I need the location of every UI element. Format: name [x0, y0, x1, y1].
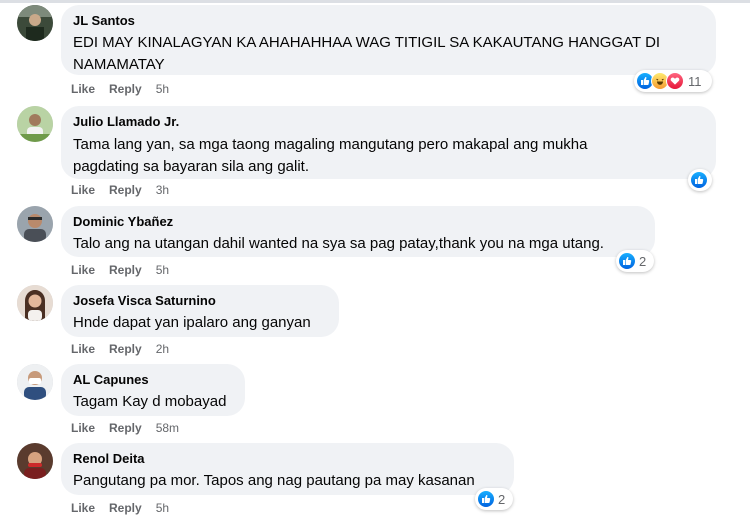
like-link[interactable]: Like	[71, 183, 95, 197]
reaction-summary[interactable]: 11	[634, 70, 712, 92]
comment-text-line: EDI MAY KINALAGYAN KA AHAHAHHAA WAG TITI…	[73, 34, 661, 51]
comment-actions: Like Reply 5h	[71, 262, 183, 278]
comment-author[interactable]: AL Capunes	[73, 371, 233, 388]
reaction-count: 11	[688, 73, 702, 89]
avatar[interactable]	[17, 285, 53, 321]
thumbs-up-icon	[618, 252, 636, 270]
comment-author[interactable]: Julio Llamado Jr.	[73, 113, 704, 130]
avatar[interactable]	[17, 106, 53, 142]
comment-bubble: Renol Deita Pangutang pa mor. Tapos ang …	[61, 443, 514, 495]
comment-text-line: Tagam Kay d mobayad	[73, 393, 227, 410]
comment-bubble: JL Santos EDI MAY KINALAGYAN KA AHAHAHHA…	[61, 5, 716, 75]
reply-link[interactable]: Reply	[109, 421, 142, 435]
comment-author[interactable]: Renol Deita	[73, 450, 502, 467]
like-link[interactable]: Like	[71, 342, 95, 356]
comment-timestamp[interactable]: 5h	[156, 501, 169, 515]
comment-actions: Like Reply 2h	[71, 341, 183, 357]
comment-text-line: Talo ang na utangan dahil wanted na sya …	[73, 235, 604, 252]
comment-bubble: Josefa Visca Saturnino Hnde dapat yan ip…	[61, 285, 339, 337]
comment-timestamp[interactable]: 3h	[156, 183, 169, 197]
comment-text-line: Hnde dapat yan ipalaro ang ganyan	[73, 314, 311, 331]
reaction-count: 2	[639, 253, 647, 269]
comment-author[interactable]: Josefa Visca Saturnino	[73, 292, 327, 309]
like-link[interactable]: Like	[71, 263, 95, 277]
comment-text-line: pagdating sa bayaran sila ang galit.	[73, 158, 310, 175]
reaction-count: 2	[498, 491, 506, 507]
comment-author[interactable]: Dominic Ybañez	[73, 213, 643, 230]
comment-timestamp[interactable]: 58m	[156, 421, 179, 435]
reply-link[interactable]: Reply	[109, 183, 142, 197]
like-link[interactable]: Like	[71, 82, 95, 96]
reply-link[interactable]: Reply	[109, 501, 142, 515]
avatar[interactable]	[17, 364, 53, 400]
top-divider	[0, 0, 750, 3]
comment-timestamp[interactable]: 2h	[156, 342, 169, 356]
comment-text-line: NAMAMATAY	[73, 56, 165, 73]
avatar[interactable]	[17, 443, 53, 479]
like-link[interactable]: Like	[71, 421, 95, 435]
comment-timestamp[interactable]: 5h	[156, 82, 169, 96]
reply-link[interactable]: Reply	[109, 82, 142, 96]
reaction-summary[interactable]	[688, 169, 712, 191]
comment-text-line: Tama lang yan, sa mga taong magaling man…	[73, 136, 588, 153]
thumbs-up-icon	[690, 171, 708, 189]
reply-link[interactable]: Reply	[109, 263, 142, 277]
comment-timestamp[interactable]: 5h	[156, 263, 169, 277]
comment-text-line: Pangutang pa mor. Tapos ang nag pautang …	[73, 472, 475, 489]
comment-bubble: Julio Llamado Jr. Tama lang yan, sa mga …	[61, 106, 716, 179]
reaction-summary[interactable]: 2	[616, 250, 654, 272]
comment-actions: Like Reply 3h	[71, 182, 183, 198]
comment-actions: Like Reply 5h	[71, 81, 183, 97]
comment-author[interactable]: JL Santos	[73, 12, 704, 29]
comment-actions: Like Reply 58m	[71, 420, 193, 436]
avatar[interactable]	[17, 5, 53, 41]
reply-link[interactable]: Reply	[109, 342, 142, 356]
comment-bubble: Dominic Ybañez Talo ang na utangan dahil…	[61, 206, 655, 257]
avatar[interactable]	[17, 206, 53, 242]
reaction-summary[interactable]: 2	[475, 488, 513, 510]
thumbs-up-icon	[477, 490, 495, 508]
comment-bubble: AL Capunes Tagam Kay d mobayad	[61, 364, 245, 416]
heart-icon	[666, 72, 684, 90]
like-link[interactable]: Like	[71, 501, 95, 515]
comment-actions: Like Reply 5h	[71, 500, 183, 516]
